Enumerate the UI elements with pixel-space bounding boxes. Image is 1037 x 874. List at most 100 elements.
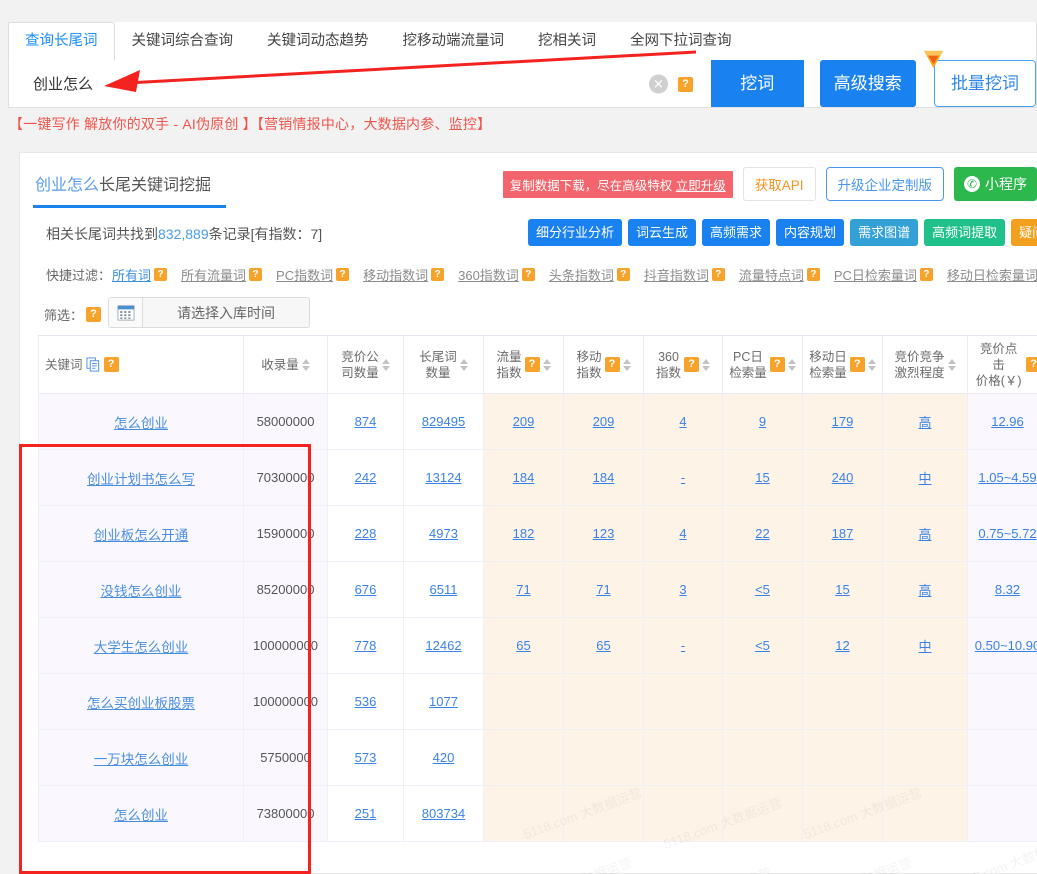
cell-mobile_index[interactable]: 71: [563, 561, 644, 618]
cell-mobile_daily[interactable]: 15: [802, 561, 883, 618]
cell-link[interactable]: 65: [516, 638, 530, 653]
cell-link[interactable]: 1077: [429, 694, 458, 709]
cell-cpc[interactable]: 8.32: [967, 561, 1037, 618]
cell-index_360[interactable]: -: [643, 617, 723, 674]
analysis-chip-3[interactable]: 内容规划: [776, 219, 845, 246]
cell-link[interactable]: 15: [755, 470, 769, 485]
cell-traffic_index[interactable]: 182: [483, 505, 564, 562]
upgrade-promo-pill[interactable]: 复制数据下载，尽在高级特权 立即升级: [502, 170, 733, 198]
cell-keyword[interactable]: 怎么买创业板股票: [38, 673, 244, 730]
table-header-cell-2[interactable]: 竞价公 司数量: [327, 335, 404, 394]
cell-link[interactable]: 高: [918, 527, 931, 542]
promo-banner[interactable]: 【一键写作 解放你的双手 - AI伪原创 】【营销情报中心，大数据内参、监控】: [9, 114, 1037, 142]
cell-traffic_index[interactable]: 184: [483, 449, 564, 506]
cell-mobile_index[interactable]: 123: [563, 505, 644, 562]
sort-toggle-icon[interactable]: [459, 358, 468, 371]
table-header-cell-4[interactable]: 流量 指数?: [483, 335, 564, 394]
sort-toggle-icon[interactable]: [381, 358, 390, 371]
tab-0[interactable]: 查询长尾词: [8, 22, 115, 61]
cell-bid_companies[interactable]: 778: [327, 617, 404, 674]
batch-dig-button[interactable]: 批量挖词: [934, 60, 1036, 107]
cell-competition[interactable]: 高: [882, 505, 968, 562]
cell-link[interactable]: 12: [835, 638, 849, 653]
question-mark-icon[interactable]: ?: [1026, 357, 1037, 372]
advanced-search-button[interactable]: 高级搜索: [819, 60, 916, 107]
cell-mobile_index[interactable]: 184: [563, 449, 644, 506]
cell-link[interactable]: 4: [679, 414, 686, 429]
cell-link[interactable]: 13124: [425, 470, 461, 485]
quick-filter-item-9[interactable]: 移动日检索量词?: [947, 265, 1037, 284]
cell-link[interactable]: 12.96: [991, 414, 1024, 429]
cell-index_360[interactable]: 4: [643, 393, 723, 450]
cell-bid_companies[interactable]: 228: [327, 505, 404, 562]
cell-cpc[interactable]: 1.05~4.59: [967, 449, 1037, 506]
enterprise-upgrade-button[interactable]: 升级企业定制版: [825, 167, 944, 201]
miniprogram-button[interactable]: ✆ 小程序: [954, 167, 1037, 201]
cell-link[interactable]: -: [681, 638, 685, 653]
question-mark-icon[interactable]: ?: [336, 268, 350, 281]
cell-index_360[interactable]: 4: [643, 505, 723, 562]
question-mark-icon[interactable]: ?: [103, 357, 119, 372]
cell-pc_daily[interactable]: <5: [722, 561, 803, 618]
cell-mobile_index[interactable]: 209: [563, 393, 644, 450]
keyword-link[interactable]: 怎么买创业板股票: [87, 696, 195, 711]
date-picker[interactable]: 请选择入库时间: [108, 297, 310, 328]
cell-link[interactable]: 676: [355, 582, 377, 597]
cell-link[interactable]: 3: [679, 582, 686, 597]
tab-1[interactable]: 关键词综合查询: [115, 22, 251, 60]
keyword-link[interactable]: 怎么创业: [114, 416, 168, 431]
cell-cpc[interactable]: 0.75~5.72: [967, 505, 1037, 562]
analysis-chip-4[interactable]: 需求图谱: [850, 219, 919, 246]
cell-link[interactable]: 573: [355, 750, 377, 765]
cell-link[interactable]: 71: [596, 582, 610, 597]
cell-pc_daily[interactable]: 9: [722, 393, 803, 450]
cell-link[interactable]: 4973: [429, 526, 458, 541]
analysis-chip-6[interactable]: 疑问词提取: [1011, 219, 1037, 246]
cell-mobile_daily[interactable]: 187: [802, 505, 883, 562]
question-mark-icon[interactable]: ?: [806, 268, 820, 281]
sort-toggle-icon[interactable]: [542, 358, 551, 371]
circle-x-icon[interactable]: ✕: [649, 74, 668, 93]
table-header-cell-9[interactable]: 竞价竞争 激烈程度: [882, 335, 968, 394]
quick-filter-link-0[interactable]: 所有词: [112, 265, 151, 284]
cell-link[interactable]: -: [681, 470, 685, 485]
cell-longtail[interactable]: 6511: [403, 561, 484, 618]
cell-bid_companies[interactable]: 251: [327, 785, 404, 842]
keyword-link[interactable]: 怎么创业: [114, 808, 168, 823]
cell-keyword[interactable]: 怎么创业: [38, 393, 244, 450]
keyword-link[interactable]: 没钱怎么创业: [101, 584, 182, 599]
cell-keyword[interactable]: 没钱怎么创业: [38, 561, 244, 618]
quick-filter-link-9[interactable]: 移动日检索量词: [947, 265, 1037, 284]
search-help-icon[interactable]: ?: [678, 75, 693, 92]
cell-cpc[interactable]: 12.96: [967, 393, 1037, 450]
date-filter-help-icon[interactable]: ?: [86, 307, 102, 322]
quick-filter-item-8[interactable]: PC日检索量词?: [834, 265, 933, 284]
dig-words-button[interactable]: 挖词: [711, 60, 804, 107]
cell-traffic_index[interactable]: 209: [483, 393, 564, 450]
cell-link[interactable]: 874: [355, 414, 377, 429]
quick-filter-link-1[interactable]: 所有流量词: [181, 265, 246, 284]
cell-link[interactable]: <5: [755, 638, 770, 653]
quick-filter-item-2[interactable]: PC指数词?: [276, 265, 350, 284]
cell-bid_companies[interactable]: 573: [327, 729, 404, 786]
cell-link[interactable]: 209: [593, 414, 615, 429]
cell-link[interactable]: 187: [832, 526, 854, 541]
cell-competition[interactable]: 中: [882, 617, 968, 674]
cell-longtail[interactable]: 1077: [403, 673, 484, 730]
cell-pc_daily[interactable]: <5: [722, 617, 803, 674]
quick-filter-link-8[interactable]: PC日检索量词: [834, 265, 917, 284]
keyword-link[interactable]: 创业板怎么开通: [94, 528, 189, 543]
cell-cpc[interactable]: 0.50~10.90: [967, 617, 1037, 674]
question-mark-icon[interactable]: ?: [249, 268, 263, 281]
cell-longtail[interactable]: 12462: [403, 617, 484, 674]
cell-competition[interactable]: 高: [882, 561, 968, 618]
quick-filter-item-0[interactable]: 所有词?: [112, 265, 168, 284]
search-input[interactable]: [31, 74, 641, 93]
quick-filter-link-3[interactable]: 移动指数词: [363, 265, 428, 284]
analysis-chip-0[interactable]: 细分行业分析: [528, 219, 623, 246]
cell-link[interactable]: 803734: [422, 806, 465, 821]
cell-longtail[interactable]: 829495: [403, 393, 484, 450]
get-api-button[interactable]: 获取API: [742, 167, 816, 201]
cell-keyword[interactable]: 创业板怎么开通: [38, 505, 244, 562]
cell-link[interactable]: 184: [513, 470, 535, 485]
